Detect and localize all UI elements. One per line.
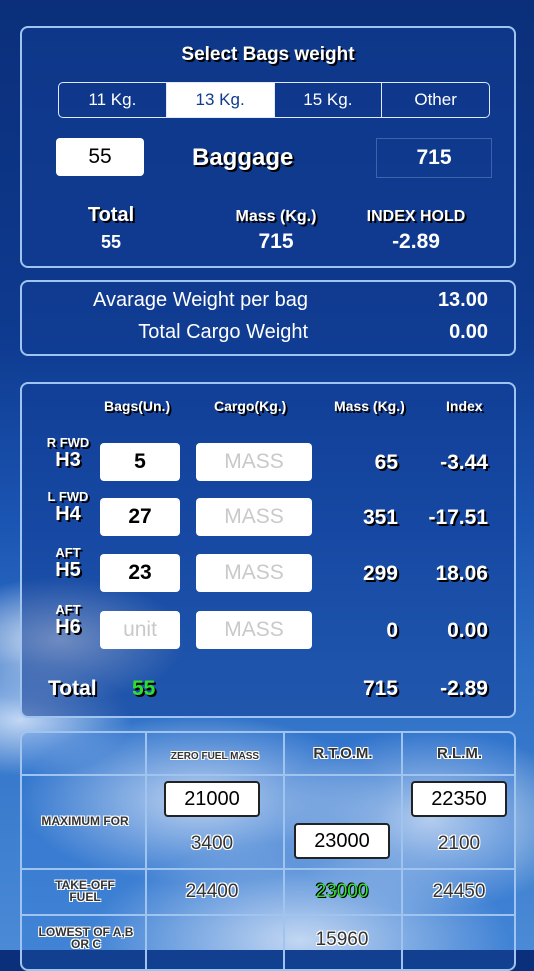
- takeoff-rtom: 23000: [315, 881, 369, 902]
- h3-mass: 65: [374, 451, 398, 474]
- h5-cargo-input[interactable]: MASS: [196, 554, 312, 592]
- limits-table: ZERO FUEL MASS R.T.O.M. R.L.M. MAXIMUM F…: [20, 731, 516, 971]
- col-rtom: R.T.O.M.: [313, 745, 373, 762]
- hold-name: H3: [55, 449, 81, 471]
- total-label: Total: [87, 204, 135, 226]
- table-divider: [283, 733, 285, 969]
- hold-position: AFT: [55, 545, 81, 560]
- h4-index: -17.51: [428, 506, 488, 529]
- averages-panel: Avarage Weight per bag 13.00 Total Cargo…: [20, 280, 516, 356]
- hold-position: L FWD: [47, 489, 89, 504]
- h6-index: 0.00: [447, 619, 488, 642]
- col-zero-fuel-mass: ZERO FUEL MASS: [170, 751, 260, 762]
- header-index: Index: [446, 398, 483, 414]
- option-15kg[interactable]: 15 Kg.: [275, 83, 383, 117]
- option-13kg[interactable]: 13 Kg.: [166, 83, 275, 117]
- h5-index: 18.06: [435, 562, 488, 585]
- hold-position: AFT: [55, 602, 81, 617]
- hold-position: R FWD: [46, 435, 90, 450]
- hold-name: H6: [55, 616, 81, 638]
- header-bags: Bags(Un.): [104, 398, 171, 414]
- index-hold-label: INDEX HOLD: [366, 208, 466, 225]
- takeoff-zfm: 24400: [185, 881, 239, 902]
- bag-weight-title: Select Bags weight: [181, 44, 355, 65]
- col-rlm: R.L.M.: [437, 745, 482, 762]
- table-divider: [145, 733, 147, 969]
- baggage-mass-value: 715: [376, 138, 492, 178]
- bag-count-input[interactable]: 55: [56, 138, 144, 176]
- holds-total-label: Total: [48, 677, 97, 700]
- avg-weight-value: 13.00: [437, 289, 488, 311]
- hold-h6: AFT H6: [38, 603, 98, 638]
- option-11kg[interactable]: 11 Kg.: [59, 83, 167, 117]
- h4-mass: 351: [362, 506, 398, 529]
- h3-bags-input[interactable]: 5: [100, 443, 180, 481]
- index-hold-value: -2.89: [392, 230, 440, 253]
- hold-name: H5: [55, 559, 81, 581]
- cargo-weight-label: Total Cargo Weight: [138, 321, 308, 343]
- zfm-max-input[interactable]: 21000: [164, 781, 260, 817]
- row-lowest: LOWEST OF A,B OR C: [38, 925, 134, 951]
- table-divider: [22, 774, 514, 776]
- table-divider: [401, 733, 403, 969]
- hold-name: H4: [55, 503, 81, 525]
- table-divider: [22, 914, 514, 916]
- rlm-sub-value: 2100: [437, 833, 481, 854]
- h6-cargo-input[interactable]: MASS: [196, 611, 312, 649]
- mass-label: Mass (Kg.): [235, 208, 317, 225]
- bag-weight-selector: 11 Kg. 13 Kg. 15 Kg. Other: [58, 82, 490, 118]
- holds-total-bags: 55: [132, 677, 156, 700]
- row-maximum-for: MAXIMUM FOR: [41, 814, 129, 828]
- rlm-max-input[interactable]: 22350: [411, 781, 507, 817]
- takeoff-rlm: 24450: [432, 881, 486, 902]
- row-takeoff-fuel: TAKE-OFF FUEL: [55, 878, 115, 904]
- header-mass: Mass (Kg.): [334, 398, 405, 414]
- hold-h3: R FWD H3: [38, 436, 98, 471]
- h6-mass: 0: [386, 619, 398, 642]
- h5-bags-input[interactable]: 23: [100, 554, 180, 592]
- option-other[interactable]: Other: [382, 83, 489, 117]
- bag-weight-panel: Select Bags weight 11 Kg. 13 Kg. 15 Kg. …: [20, 26, 516, 268]
- avg-weight-label: Avarage Weight per bag: [93, 289, 308, 311]
- lowest-rtom: 15960: [315, 929, 369, 950]
- holds-panel: Bags(Un.) Cargo(Kg.) Mass (Kg.) Index R …: [20, 382, 516, 718]
- baggage-label: Baggage: [192, 144, 294, 171]
- holds-total-mass: 715: [362, 677, 398, 700]
- zfm-sub-value: 3400: [190, 833, 234, 854]
- mass-value: 715: [258, 230, 294, 253]
- h5-mass: 299: [362, 562, 398, 585]
- total-value: 55: [100, 232, 122, 252]
- h4-bags-input[interactable]: 27: [100, 498, 180, 536]
- cargo-weight-value: 0.00: [449, 321, 488, 343]
- hold-h4: L FWD H4: [38, 490, 98, 525]
- holds-total-index: -2.89: [440, 677, 488, 700]
- h6-bags-input[interactable]: unit: [100, 611, 180, 649]
- h4-cargo-input[interactable]: MASS: [196, 498, 312, 536]
- h3-index: -3.44: [440, 451, 488, 474]
- rtom-max-input[interactable]: 23000: [294, 823, 390, 859]
- table-divider: [22, 868, 514, 870]
- h3-cargo-input[interactable]: MASS: [196, 443, 312, 481]
- hold-h5: AFT H5: [38, 546, 98, 581]
- header-cargo: Cargo(Kg.): [214, 398, 287, 414]
